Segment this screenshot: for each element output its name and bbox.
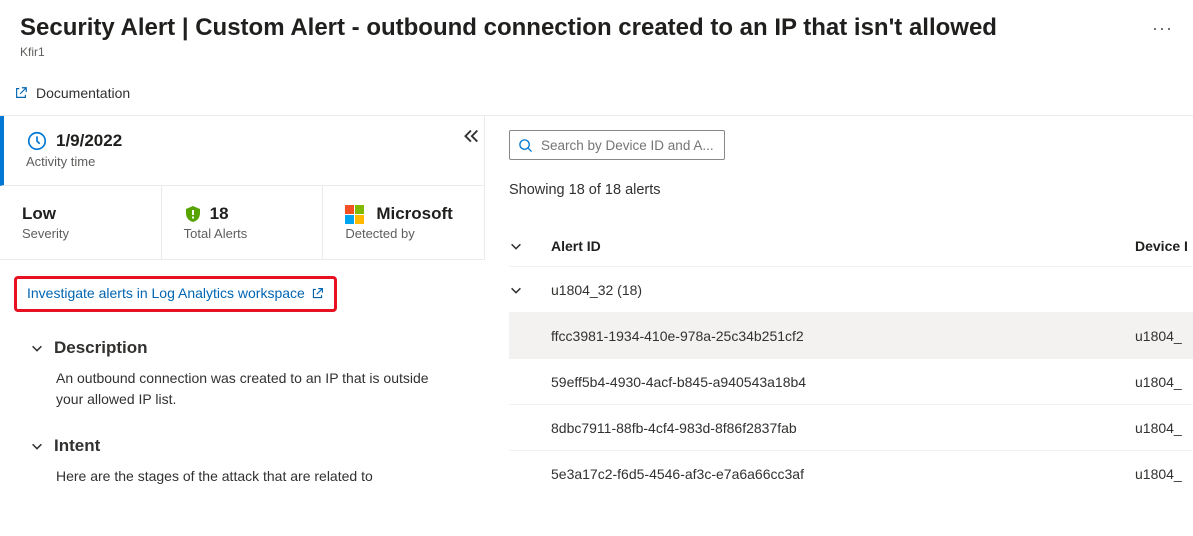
details-pane: 1/9/2022 Activity time Low Severity 18 T… xyxy=(0,116,485,496)
intent-title: Intent xyxy=(54,436,100,456)
cell-alert-id: ffcc3981-1934-410e-978a-25c34b251cf2 xyxy=(541,328,1135,344)
search-input[interactable] xyxy=(541,138,716,153)
investigate-link-label: Investigate alerts in Log Analytics work… xyxy=(27,285,305,301)
external-link-icon xyxy=(311,287,324,300)
detected-by-value: Microsoft xyxy=(376,204,453,224)
activity-time-value: 1/9/2022 xyxy=(56,131,122,151)
activity-time-label: Activity time xyxy=(26,154,464,169)
clock-icon xyxy=(26,130,48,152)
external-link-icon xyxy=(14,86,28,100)
results-count: Showing 18 of 18 alerts xyxy=(509,182,1193,198)
collapse-panel-icon[interactable] xyxy=(459,126,481,148)
shield-alert-icon xyxy=(184,205,202,223)
cell-device: u1804_ xyxy=(1135,328,1193,344)
cell-alert-id: 8dbc7911-88fb-4cf4-983d-8f86f2837fab xyxy=(541,420,1135,436)
intent-body: Here are the stages of the attack that a… xyxy=(30,466,455,487)
documentation-label: Documentation xyxy=(36,85,130,101)
description-header[interactable]: Description xyxy=(30,338,455,358)
severity-label: Severity xyxy=(22,226,141,241)
severity-card: Low Severity xyxy=(0,186,162,260)
total-alerts-value: 18 xyxy=(210,204,229,224)
page-subtitle: Kfir1 xyxy=(20,45,1173,59)
search-box[interactable] xyxy=(509,130,725,160)
group-label: u1804_32 (18) xyxy=(541,282,1135,298)
chevron-down-icon xyxy=(509,283,523,297)
cell-device: u1804_ xyxy=(1135,466,1193,482)
cell-alert-id: 5e3a17c2-f6d5-4546-af3c-e7a6a66cc3af xyxy=(541,466,1135,482)
cell-device: u1804_ xyxy=(1135,420,1193,436)
cell-alert-id: 59eff5b4-4930-4acf-b845-a940543a18b4 xyxy=(541,374,1135,390)
chevron-down-icon xyxy=(30,439,44,453)
page-title: Security Alert | Custom Alert - outbound… xyxy=(20,12,1173,43)
chevron-down-icon[interactable] xyxy=(509,239,523,253)
cell-device: u1804_ xyxy=(1135,374,1193,390)
table-header: Alert ID Device I xyxy=(509,234,1193,266)
column-alert-id[interactable]: Alert ID xyxy=(541,238,1135,254)
chevron-down-icon xyxy=(30,341,44,355)
alerts-pane: Showing 18 of 18 alerts Alert ID Device … xyxy=(485,116,1193,496)
documentation-link[interactable]: Documentation xyxy=(14,85,130,101)
total-alerts-label: Total Alerts xyxy=(184,226,303,241)
intent-header[interactable]: Intent xyxy=(30,436,455,456)
detected-by-card: Microsoft Detected by xyxy=(323,186,485,260)
table-row[interactable]: 59eff5b4-4930-4acf-b845-a940543a18b4 u18… xyxy=(509,358,1193,404)
detected-by-label: Detected by xyxy=(345,226,464,241)
description-body: An outbound connection was created to an… xyxy=(30,368,455,410)
alerts-table: Alert ID Device I u1804_32 (18) ffcc3981… xyxy=(509,234,1193,496)
table-row[interactable]: 5e3a17c2-f6d5-4546-af3c-e7a6a66cc3af u18… xyxy=(509,450,1193,496)
investigate-link[interactable]: Investigate alerts in Log Analytics work… xyxy=(27,285,324,301)
table-group-row[interactable]: u1804_32 (18) xyxy=(509,266,1193,312)
more-actions-button[interactable]: ··· xyxy=(1152,18,1173,39)
investigate-highlight: Investigate alerts in Log Analytics work… xyxy=(14,276,337,312)
severity-value: Low xyxy=(22,204,141,224)
column-device[interactable]: Device I xyxy=(1135,238,1193,254)
total-alerts-card: 18 Total Alerts xyxy=(162,186,324,260)
search-icon xyxy=(518,138,533,153)
microsoft-logo-icon xyxy=(345,205,364,224)
table-row[interactable]: ffcc3981-1934-410e-978a-25c34b251cf2 u18… xyxy=(509,312,1193,358)
table-row[interactable]: 8dbc7911-88fb-4cf4-983d-8f86f2837fab u18… xyxy=(509,404,1193,450)
activity-time-card: 1/9/2022 Activity time xyxy=(0,116,485,186)
description-title: Description xyxy=(54,338,148,358)
